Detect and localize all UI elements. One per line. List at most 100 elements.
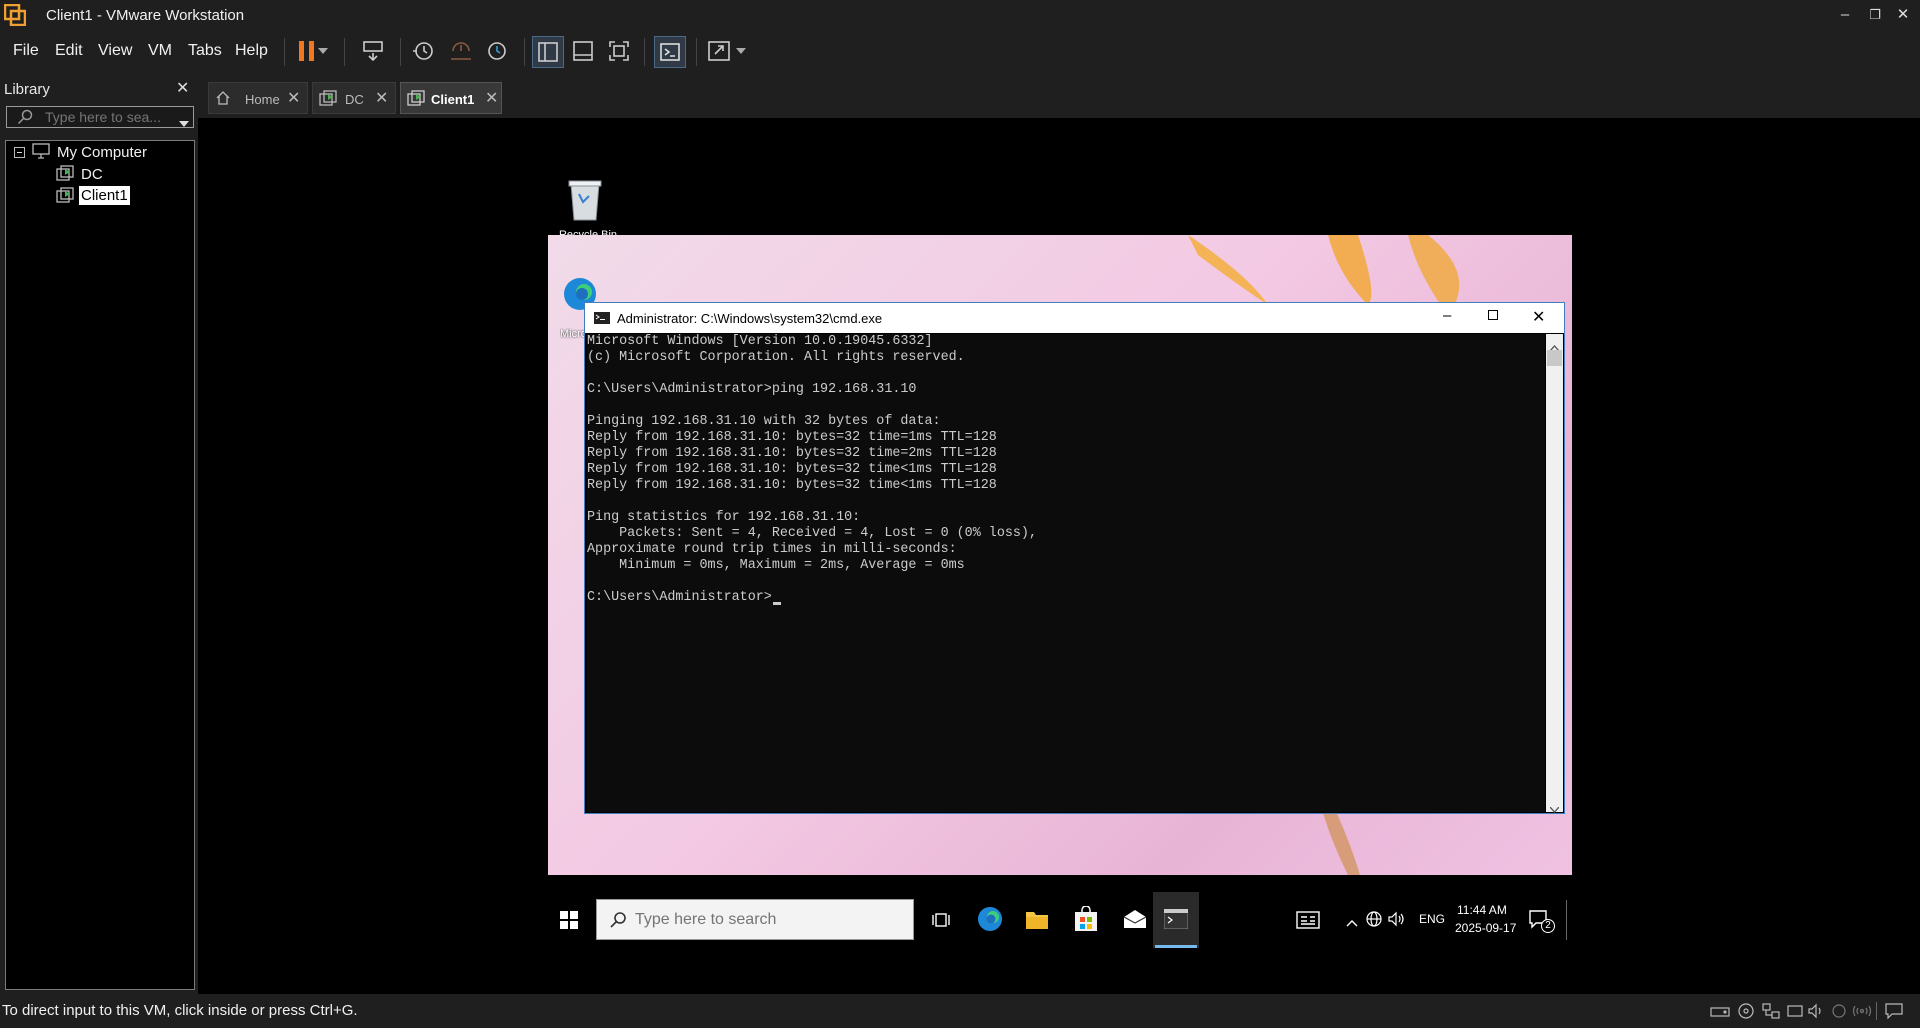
tree-item-dc[interactable]: DC	[81, 166, 103, 183]
edge-taskbar-icon[interactable]	[977, 906, 1003, 937]
cmd-taskbar-button[interactable]	[1153, 892, 1199, 948]
library-tree: My Computer DC Client1	[5, 140, 195, 990]
vmware-logo-icon	[3, 3, 27, 27]
cmd-output: Microsoft Windows [Version 10.0.19045.63…	[587, 334, 1037, 605]
toolbar-separator	[400, 38, 401, 66]
menu-view[interactable]: View	[98, 42, 132, 60]
hard-disk-icon[interactable]	[1710, 1003, 1730, 1024]
library-search-input[interactable]	[45, 108, 169, 126]
language-indicator[interactable]: ENG	[1419, 912, 1445, 926]
network-icon[interactable]	[1366, 911, 1382, 932]
close-library-icon[interactable]: ✕	[176, 78, 189, 98]
status-bar: To direct input to this VM, click inside…	[0, 994, 1920, 1028]
printer-icon[interactable]	[1830, 1003, 1848, 1024]
menu-file[interactable]: File	[13, 42, 39, 60]
scroll-down-icon[interactable]	[1549, 800, 1560, 818]
toolbar-separator	[284, 38, 285, 66]
tab-bar: Home ✕ DC ✕ Client1 ✕	[198, 74, 1920, 118]
show-hidden-icons-icon[interactable]	[1346, 914, 1358, 932]
menu-help[interactable]: Help	[235, 42, 268, 60]
minimize-window-button[interactable]: –	[1830, 0, 1860, 30]
status-separator	[1876, 1002, 1877, 1020]
vm-icon	[319, 90, 337, 109]
tab-client1[interactable]: Client1 ✕	[400, 82, 502, 114]
cmd-title-bar[interactable]: Administrator: C:\Windows\system32\cmd.e…	[585, 303, 1564, 333]
cmd-window[interactable]: Administrator: C:\Windows\system32\cmd.e…	[584, 302, 1565, 814]
sound-card-icon[interactable]	[1808, 1003, 1826, 1024]
network-adapter-icon[interactable]	[1762, 1003, 1780, 1024]
thumbnail-bar-icon[interactable]	[568, 36, 598, 66]
message-log-icon[interactable]	[1885, 1003, 1903, 1024]
cmd-title-text: Administrator: C:\Windows\system32\cmd.e…	[617, 311, 883, 326]
vm-icon	[407, 90, 425, 109]
cd-dvd-icon[interactable]	[1737, 1003, 1755, 1024]
vm-icon	[56, 165, 74, 186]
computer-icon	[32, 143, 50, 164]
toolbar-separator	[344, 38, 345, 66]
menu-edit[interactable]: Edit	[55, 42, 83, 60]
show-desktop-strip[interactable]	[1566, 900, 1567, 940]
close-tab-icon[interactable]: ✕	[485, 88, 498, 108]
vm-icon	[56, 187, 74, 208]
active-indicator	[1155, 945, 1197, 948]
cmd-console[interactable]: Microsoft Windows [Version 10.0.19045.63…	[587, 334, 1545, 812]
store-icon[interactable]	[1074, 905, 1098, 937]
clock-date[interactable]: 2025-09-17	[1455, 921, 1516, 935]
usb-icon[interactable]	[1786, 1003, 1804, 1024]
task-view-icon[interactable]	[931, 910, 951, 935]
text-cursor	[773, 602, 781, 605]
cmd-maximize-button[interactable]	[1488, 310, 1498, 320]
full-screen-icon[interactable]	[604, 36, 634, 66]
windows-start-icon[interactable]	[560, 911, 578, 934]
cmd-scrollbar[interactable]	[1546, 334, 1563, 813]
close-tab-icon[interactable]: ✕	[287, 88, 300, 108]
collapse-toggle-icon[interactable]	[14, 147, 25, 158]
library-panel: Library ✕ My Computer DC Client1	[0, 74, 198, 994]
menu-tabs[interactable]: Tabs	[188, 42, 222, 60]
toolbar-separator	[696, 38, 697, 66]
search-icon	[17, 109, 33, 130]
console-view-icon[interactable]	[654, 36, 686, 68]
volume-icon[interactable]	[1388, 911, 1406, 932]
news-widget-icon[interactable]	[1296, 911, 1320, 934]
close-window-button[interactable]: ✕	[1888, 0, 1918, 30]
taskbar-search-input[interactable]	[635, 910, 895, 930]
stretch-dropdown-icon[interactable]	[734, 36, 748, 66]
tab-label: DC	[345, 92, 364, 107]
clock-time[interactable]: 11:44 AM	[1457, 903, 1507, 917]
status-message: To direct input to this VM, click inside…	[2, 1002, 358, 1019]
restore-window-button[interactable]: ❐	[1860, 0, 1890, 30]
show-library-icon[interactable]	[532, 36, 564, 68]
mail-icon[interactable]	[1123, 909, 1147, 934]
send-ctrl-alt-del-icon[interactable]	[358, 36, 388, 66]
guest-taskbar: ENG 11:44 AM 2025-09-17 2	[548, 892, 1572, 948]
tab-label: Client1	[431, 92, 475, 107]
toolbar-separator	[524, 38, 525, 66]
close-tab-icon[interactable]: ✕	[375, 88, 388, 108]
revert-snapshot-icon[interactable]	[446, 36, 476, 66]
tab-home[interactable]: Home ✕	[208, 82, 308, 114]
taskbar-search-box[interactable]	[596, 899, 914, 940]
scroll-thumb[interactable]	[1547, 350, 1562, 366]
snapshot-icon[interactable]	[408, 36, 438, 66]
snapshot-manager-icon[interactable]	[482, 36, 512, 66]
power-dropdown-icon[interactable]	[316, 36, 330, 66]
stretch-guest-icon[interactable]	[704, 36, 734, 66]
search-dropdown-icon[interactable]	[179, 114, 189, 132]
file-explorer-icon[interactable]	[1025, 908, 1049, 935]
menu-bar: File Edit View VM Tabs Help	[0, 30, 1920, 74]
toolbar-separator	[644, 38, 645, 66]
tree-item-client1[interactable]: Client1	[79, 186, 130, 205]
cmd-minimize-button[interactable]: –	[1443, 307, 1451, 324]
display-icon[interactable]	[1852, 1003, 1872, 1024]
menu-vm[interactable]: VM	[148, 42, 172, 60]
tab-label: Home	[245, 92, 280, 107]
home-icon	[215, 90, 231, 109]
notification-count-badge: 2	[1541, 919, 1555, 933]
library-search-box[interactable]	[6, 106, 194, 128]
tab-dc[interactable]: DC ✕	[312, 82, 396, 114]
title-bar: Client1 - VMware Workstation – ❐ ✕	[0, 0, 1920, 30]
tree-item-my-computer[interactable]: My Computer	[57, 144, 147, 161]
recycle-bin-icon[interactable]	[565, 178, 605, 222]
cmd-close-button[interactable]: ✕	[1532, 307, 1545, 327]
